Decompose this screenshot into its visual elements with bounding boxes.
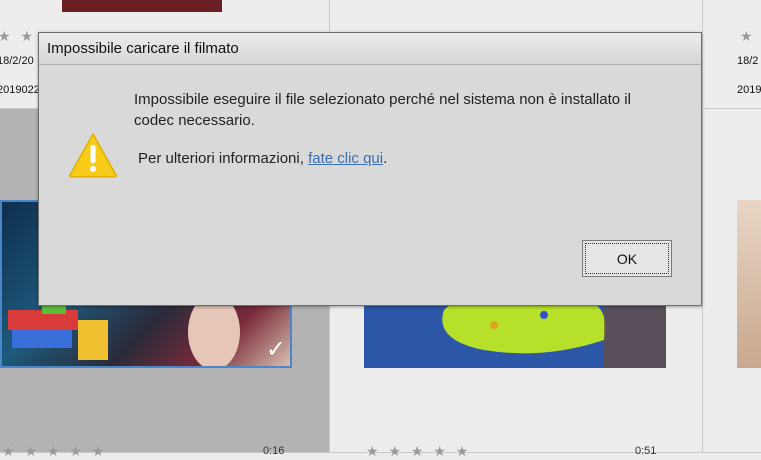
media-duration: 0:51 (635, 445, 657, 457)
dialog-message: Impossibile eseguire il file selezionato… (134, 91, 631, 129)
ok-button[interactable]: OK (582, 240, 672, 277)
media-thumbnail[interactable] (62, 0, 222, 12)
media-filename: 2019 (737, 84, 761, 96)
media-date: 18/2 (737, 55, 759, 67)
media-filename: 2019022 (0, 84, 40, 96)
warning-icon (69, 133, 117, 178)
media-duration: 0:16 (263, 445, 285, 457)
media-thumbnail[interactable] (737, 200, 761, 368)
error-dialog: Impossibile caricare il filmato Impossib… (38, 32, 702, 306)
more-info-link[interactable]: fate clic qui (308, 150, 383, 167)
info-prefix: Per ulteriori informazioni, (138, 150, 309, 167)
rating-stars[interactable]: ★ (740, 28, 756, 45)
media-date: 18/2/20 (0, 55, 34, 67)
dialog-info-line: Per ulteriori informazioni, fate clic qu… (138, 150, 387, 167)
selected-check-icon: ✓ (265, 336, 286, 363)
dialog-title[interactable]: Impossibile caricare il filmato (39, 33, 701, 65)
media-cell-right[interactable] (703, 109, 761, 453)
rating-stars[interactable]: ★ ★ (0, 28, 36, 45)
media-cell-top-right[interactable]: ★ 18/2 2019 (703, 0, 761, 109)
info-suffix: . (383, 150, 388, 167)
